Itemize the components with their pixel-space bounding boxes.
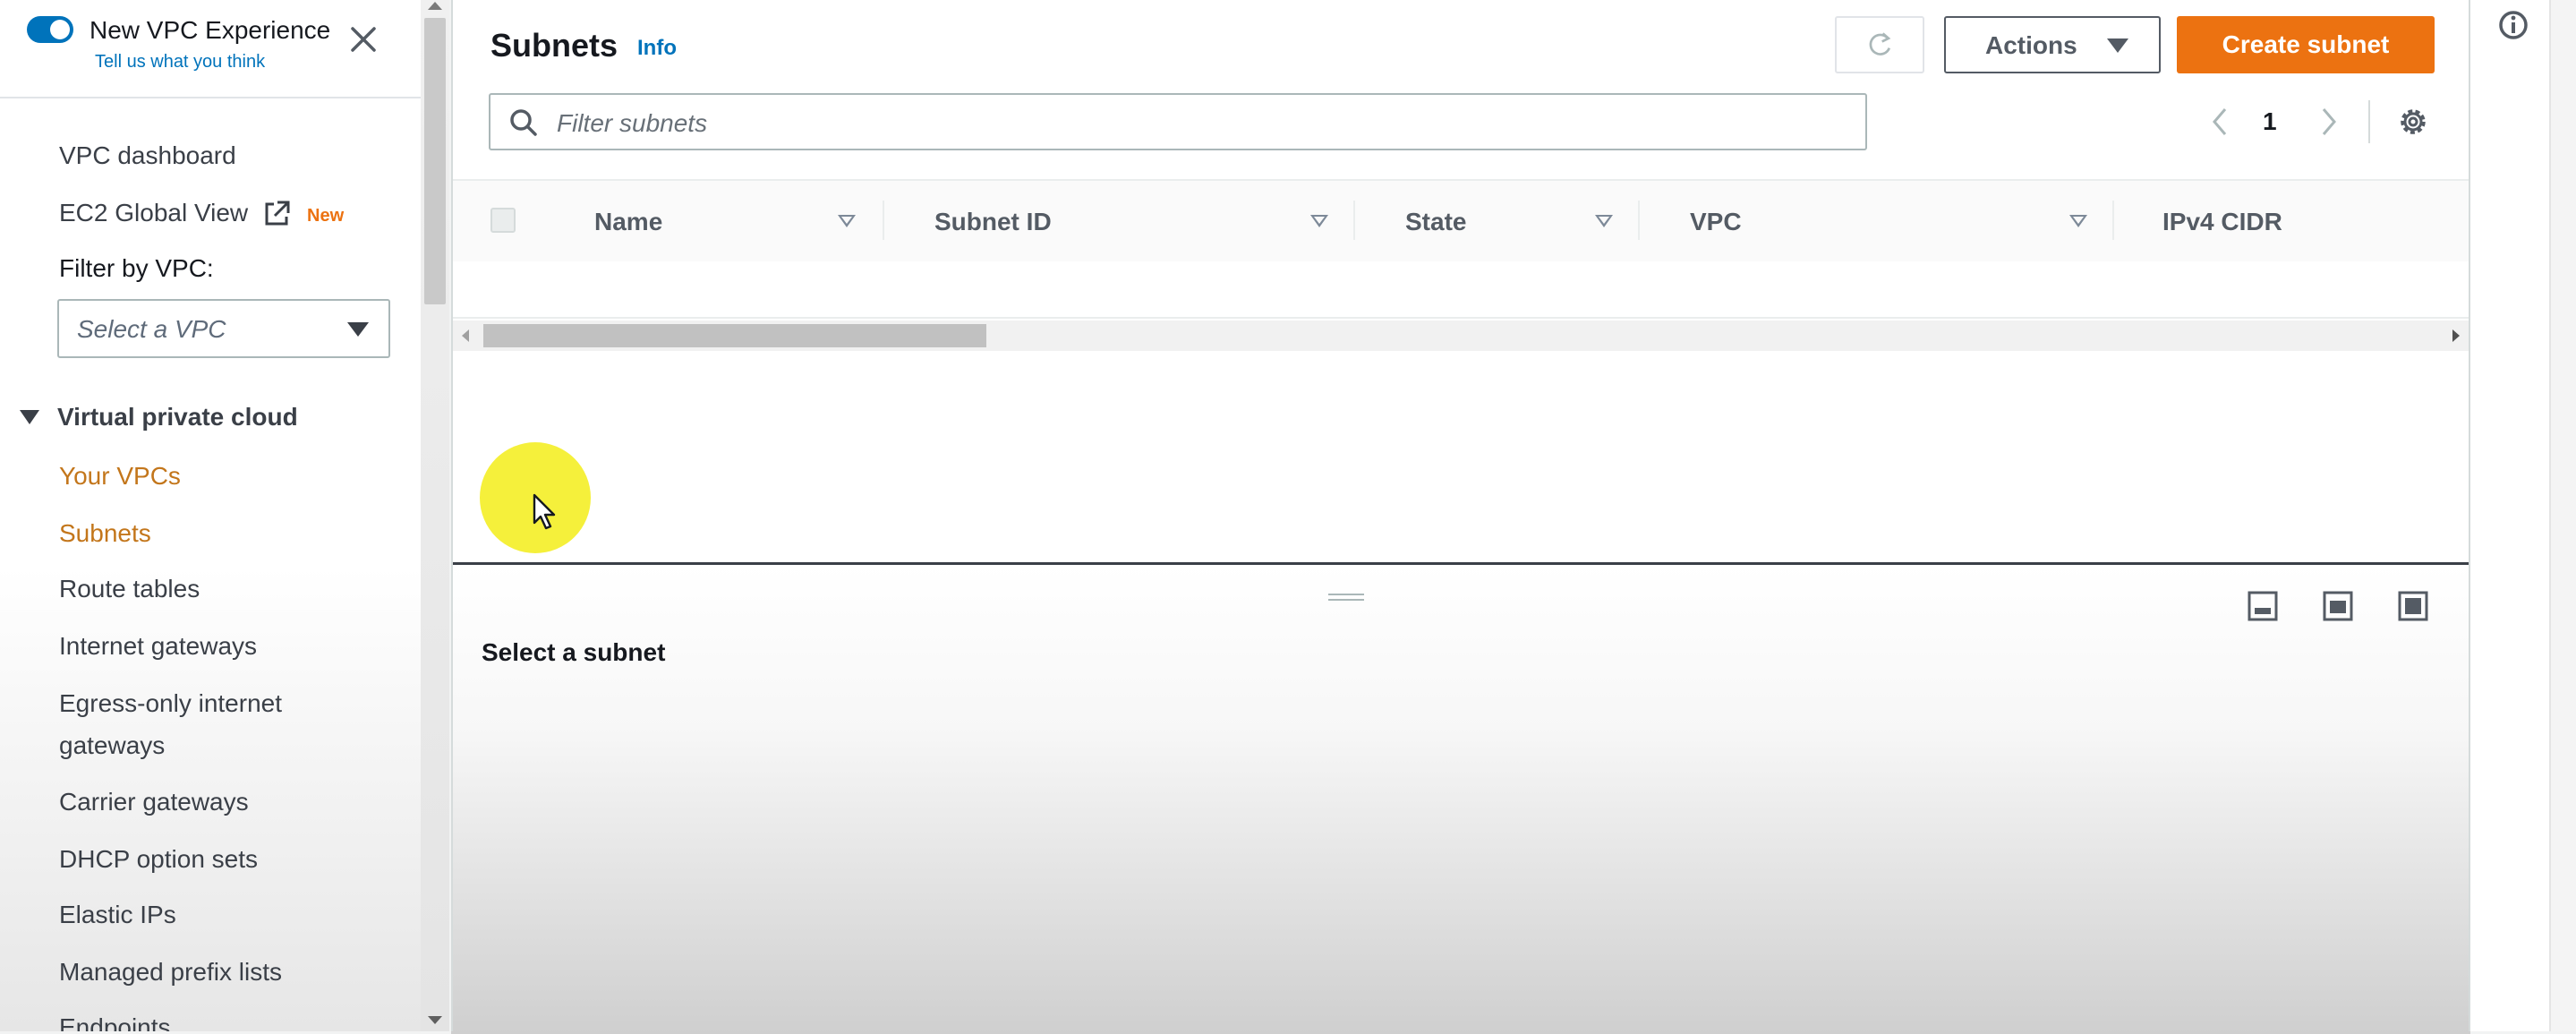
- create-subnet-label: Create subnet: [2222, 30, 2390, 58]
- new-experience-toggle[interactable]: [27, 16, 73, 43]
- column-header-name[interactable]: Name: [594, 208, 662, 236]
- split-bottom-view-icon[interactable]: [2247, 590, 2279, 622]
- sort-icon[interactable]: [1595, 215, 1613, 227]
- select-all-checkbox[interactable]: [490, 208, 516, 233]
- close-icon[interactable]: [347, 23, 380, 56]
- main-content: Subnets Info Actions Create subnet Filte…: [451, 0, 2470, 1034]
- split-panel: Select a subnet: [451, 562, 2470, 1034]
- column-header-vpc[interactable]: VPC: [1690, 208, 1742, 236]
- chevron-left-icon[interactable]: [2207, 106, 2232, 138]
- sidebar-scrollbar[interactable]: [421, 0, 449, 1031]
- mouse-cursor-icon: [533, 493, 556, 530]
- column-divider[interactable]: [1638, 201, 1640, 240]
- column-divider[interactable]: [2112, 201, 2114, 240]
- filter-by-vpc-label: Filter by VPC:: [59, 254, 214, 282]
- scroll-right-arrow-icon[interactable]: [2452, 329, 2460, 342]
- refresh-icon: [1869, 32, 1891, 56]
- column-header-state[interactable]: State: [1405, 208, 1466, 236]
- sidebar-item-your-vpcs[interactable]: Your VPCs: [59, 462, 181, 491]
- sidebar-item-dhcp-option-sets[interactable]: DHCP option sets: [59, 845, 258, 874]
- search-icon: [510, 109, 537, 136]
- split-full-view-icon[interactable]: [2397, 590, 2429, 622]
- sort-icon[interactable]: [2069, 215, 2087, 227]
- subnets-table-container: Subnets Info Actions Create subnet Filte…: [451, 0, 2470, 562]
- sidebar-item-subnets[interactable]: Subnets: [59, 519, 151, 548]
- feedback-link[interactable]: Tell us what you think: [95, 52, 265, 73]
- navigation-sidebar: New VPC Experience Tell us what you thin…: [0, 0, 421, 1031]
- sidebar-item-internet-gateways[interactable]: Internet gateways: [59, 632, 257, 661]
- sidebar-item-managed-prefix-lists[interactable]: Managed prefix lists: [59, 958, 282, 987]
- horizontal-scrollbar-thumb[interactable]: [483, 324, 986, 347]
- external-link-icon[interactable]: [261, 199, 292, 229]
- column-divider[interactable]: [1353, 201, 1355, 240]
- page-title: Subnets: [490, 27, 618, 64]
- sidebar-item-carrier-gateways[interactable]: Carrier gateways: [59, 788, 249, 816]
- current-page-number[interactable]: 1: [2263, 107, 2277, 136]
- column-header-subnet-id[interactable]: Subnet ID: [934, 208, 1052, 236]
- split-panel-resize-handle[interactable]: [1328, 594, 1364, 602]
- caret-down-icon[interactable]: [20, 410, 39, 424]
- scroll-down-arrow-icon[interactable]: [428, 1016, 442, 1024]
- sidebar-item-endpoints[interactable]: Endpoints: [59, 1013, 171, 1031]
- new-badge: New: [307, 206, 345, 226]
- new-experience-title: New VPC Experience: [90, 16, 331, 44]
- info-link[interactable]: Info: [637, 36, 677, 61]
- scroll-up-arrow-icon[interactable]: [428, 2, 442, 10]
- pagination-divider: [2368, 100, 2370, 143]
- split-panel-empty-message: Select a subnet: [482, 638, 666, 666]
- caret-down-icon: [347, 322, 369, 337]
- settings-icon[interactable]: [2395, 104, 2431, 140]
- main-left-border: [451, 0, 453, 1031]
- split-middle-view-icon[interactable]: [2322, 590, 2354, 622]
- vpc-filter-placeholder: Select a VPC: [77, 315, 226, 343]
- scroll-left-arrow-icon[interactable]: [462, 329, 469, 342]
- sidebar-item-egress-only-internet-gateways[interactable]: Egress-only internet gateways: [59, 682, 363, 766]
- filter-placeholder: Filter subnets: [557, 109, 708, 137]
- info-icon[interactable]: [2497, 9, 2529, 41]
- sidebar-item-route-tables[interactable]: Route tables: [59, 575, 200, 603]
- sidebar-scrollbar-thumb[interactable]: [424, 18, 446, 304]
- section-virtual-private-cloud[interactable]: Virtual private cloud: [57, 403, 298, 432]
- table-horizontal-scrollbar[interactable]: [451, 320, 2470, 351]
- column-divider[interactable]: [883, 201, 884, 240]
- sidebar-divider: [0, 97, 421, 98]
- create-subnet-button[interactable]: Create subnet: [2177, 16, 2435, 73]
- refresh-button[interactable]: [1835, 16, 1924, 73]
- sort-icon[interactable]: [838, 215, 856, 227]
- page-vertical-scrollbar[interactable]: [2549, 0, 2576, 1031]
- column-header-ipv4-cidr[interactable]: IPv4 CIDR: [2162, 208, 2282, 236]
- vpc-filter-select[interactable]: Select a VPC: [57, 299, 390, 358]
- nav-ec2-global-view[interactable]: EC2 Global View: [59, 199, 248, 227]
- actions-dropdown-button[interactable]: Actions: [1944, 16, 2161, 73]
- table-header: Name Subnet ID State VPC IPv4 CIDR: [451, 179, 2470, 263]
- actions-label: Actions: [1985, 31, 2077, 59]
- sort-icon[interactable]: [1310, 215, 1328, 227]
- filter-subnets-input[interactable]: Filter subnets: [489, 93, 1867, 150]
- sidebar-item-elastic-ips[interactable]: Elastic IPs: [59, 901, 176, 929]
- nav-vpc-dashboard[interactable]: VPC dashboard: [59, 141, 236, 170]
- chevron-right-icon[interactable]: [2316, 106, 2341, 138]
- caret-down-icon: [2107, 38, 2128, 53]
- table-empty-row: [451, 261, 2470, 319]
- tools-panel: [2470, 0, 2576, 1031]
